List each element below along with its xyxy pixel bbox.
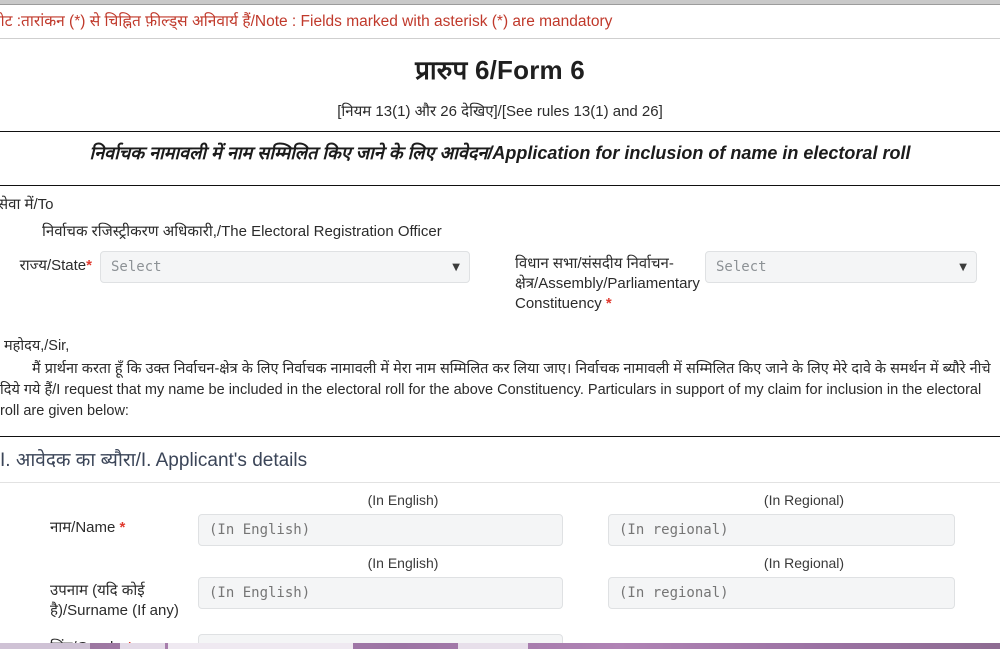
surname-input-row: उपनाम (यदि कोई है)/Surname (If any) — [0, 577, 1000, 620]
addressee-block: सेवा में/To निर्वाचक रजिस्ट्रीकरण अधिकार… — [0, 186, 1000, 315]
chevron-down-icon: ▼ — [959, 261, 967, 273]
state-select-value: Select — [111, 258, 162, 275]
surname-regional-input[interactable] — [608, 577, 955, 610]
desktop-window-chip — [0, 643, 90, 649]
constituency-label: विधान सभा/संसदीय निर्वाचन-क्षेत्र/Assemb… — [515, 251, 705, 315]
surname-hint-label — [0, 546, 198, 550]
request-statement: महोदय,/Sir, मैं प्रार्थना करता हूँ कि उक… — [0, 336, 1000, 422]
name-field-label: नाम/Name * — [0, 514, 198, 538]
gender-field-wrap: Select Gender from List ▼ — [198, 634, 608, 643]
name-required-asterisk: * — [119, 519, 126, 537]
name-english-column: (In English) — [198, 483, 608, 514]
state-constituency-row: राज्य/State* Select ▼ विधान सभा/संसदीय न… — [0, 250, 1000, 315]
name-regional-hint: (In Regional) — [763, 492, 845, 509]
surname-regional-hint: (In Regional) — [763, 555, 845, 572]
surname-field-label: उपनाम (यदि कोई है)/Surname (If any) — [50, 582, 179, 619]
gender-label: लिंग/Gender* — [0, 634, 198, 643]
surname-regional-field-wrap — [608, 577, 1000, 610]
name-english-input[interactable] — [198, 514, 563, 547]
name-english-field-wrap — [198, 514, 608, 547]
name-label — [0, 483, 198, 487]
constituency-select-value: Select — [716, 258, 767, 275]
application-title: निर्वाचक नामावली में नाम सम्मिलित किए जा… — [89, 142, 911, 163]
form-page: नोट :तारांकन (*) से चिह्नित फ़ील्ड्स अनि… — [0, 5, 1000, 643]
gender-select[interactable]: Select Gender from List ▼ — [198, 634, 563, 643]
name-regional-column: (In Regional) — [608, 483, 1000, 514]
page-title: प्रारुप 6/Form 6 — [415, 54, 585, 85]
desktop-window-chip — [168, 643, 353, 649]
desktop-window-chip — [458, 643, 528, 649]
state-group: राज्य/State* Select ▼ — [0, 250, 515, 315]
state-select[interactable]: Select ▼ — [100, 250, 470, 283]
desktop-window-chip — [120, 643, 165, 649]
salutation: महोदय,/Sir, — [4, 338, 70, 355]
state-required-asterisk: * — [86, 256, 92, 274]
name-input-row: नाम/Name * — [0, 514, 1000, 547]
surname-hint-row: (In English) (In Regional) — [0, 546, 1000, 577]
state-label-text: राज्य/State — [19, 256, 87, 274]
chevron-down-icon: ▼ — [452, 261, 460, 273]
name-regional-field-wrap — [608, 514, 1000, 547]
constituency-required-asterisk: * — [605, 295, 612, 313]
chevron-down-icon: ▼ — [545, 635, 553, 643]
to-label: सेवा में/To — [0, 195, 54, 213]
name-label-text: नाम/Name — [50, 519, 116, 537]
gender-row: लिंग/Gender* Select Gender from List ▼ — [0, 634, 1000, 643]
surname-english-input[interactable] — [198, 577, 563, 610]
electoral-registration-officer-label: निर्वाचक रजिस्ट्रीकरण अधिकारी,/The Elect… — [42, 222, 442, 240]
surname-regional-column: (In Regional) — [608, 546, 1000, 577]
constituency-select[interactable]: Select ▼ — [705, 250, 977, 283]
name-regional-input[interactable] — [608, 514, 955, 547]
name-row: (In English) (In Regional) — [0, 483, 1000, 514]
name-english-hint: (In English) — [367, 492, 439, 509]
statement-body-text: मैं प्रार्थना करता हूँ कि उक्त निर्वाचन-… — [0, 361, 991, 420]
note-divider — [0, 37, 1000, 39]
surname-english-field-wrap — [198, 577, 608, 610]
surname-english-hint: (In English) — [367, 555, 439, 572]
section-heading-applicant-details: I. आवेदक का ब्यौरा/I. Applicant's detail… — [0, 450, 308, 472]
rules-reference: [नियम 13(1) और 26 देखिए]/[See rules 13(1… — [337, 102, 663, 120]
state-label: राज्य/State* — [0, 251, 100, 315]
mandatory-fields-note: नोट :तारांकन (*) से चिह्नित फ़ील्ड्स अनि… — [0, 13, 613, 30]
statement-body: मैं प्रार्थना करता हूँ कि उक्त निर्वाचन-… — [0, 359, 1000, 422]
surname-english-column: (In English) — [198, 546, 608, 577]
